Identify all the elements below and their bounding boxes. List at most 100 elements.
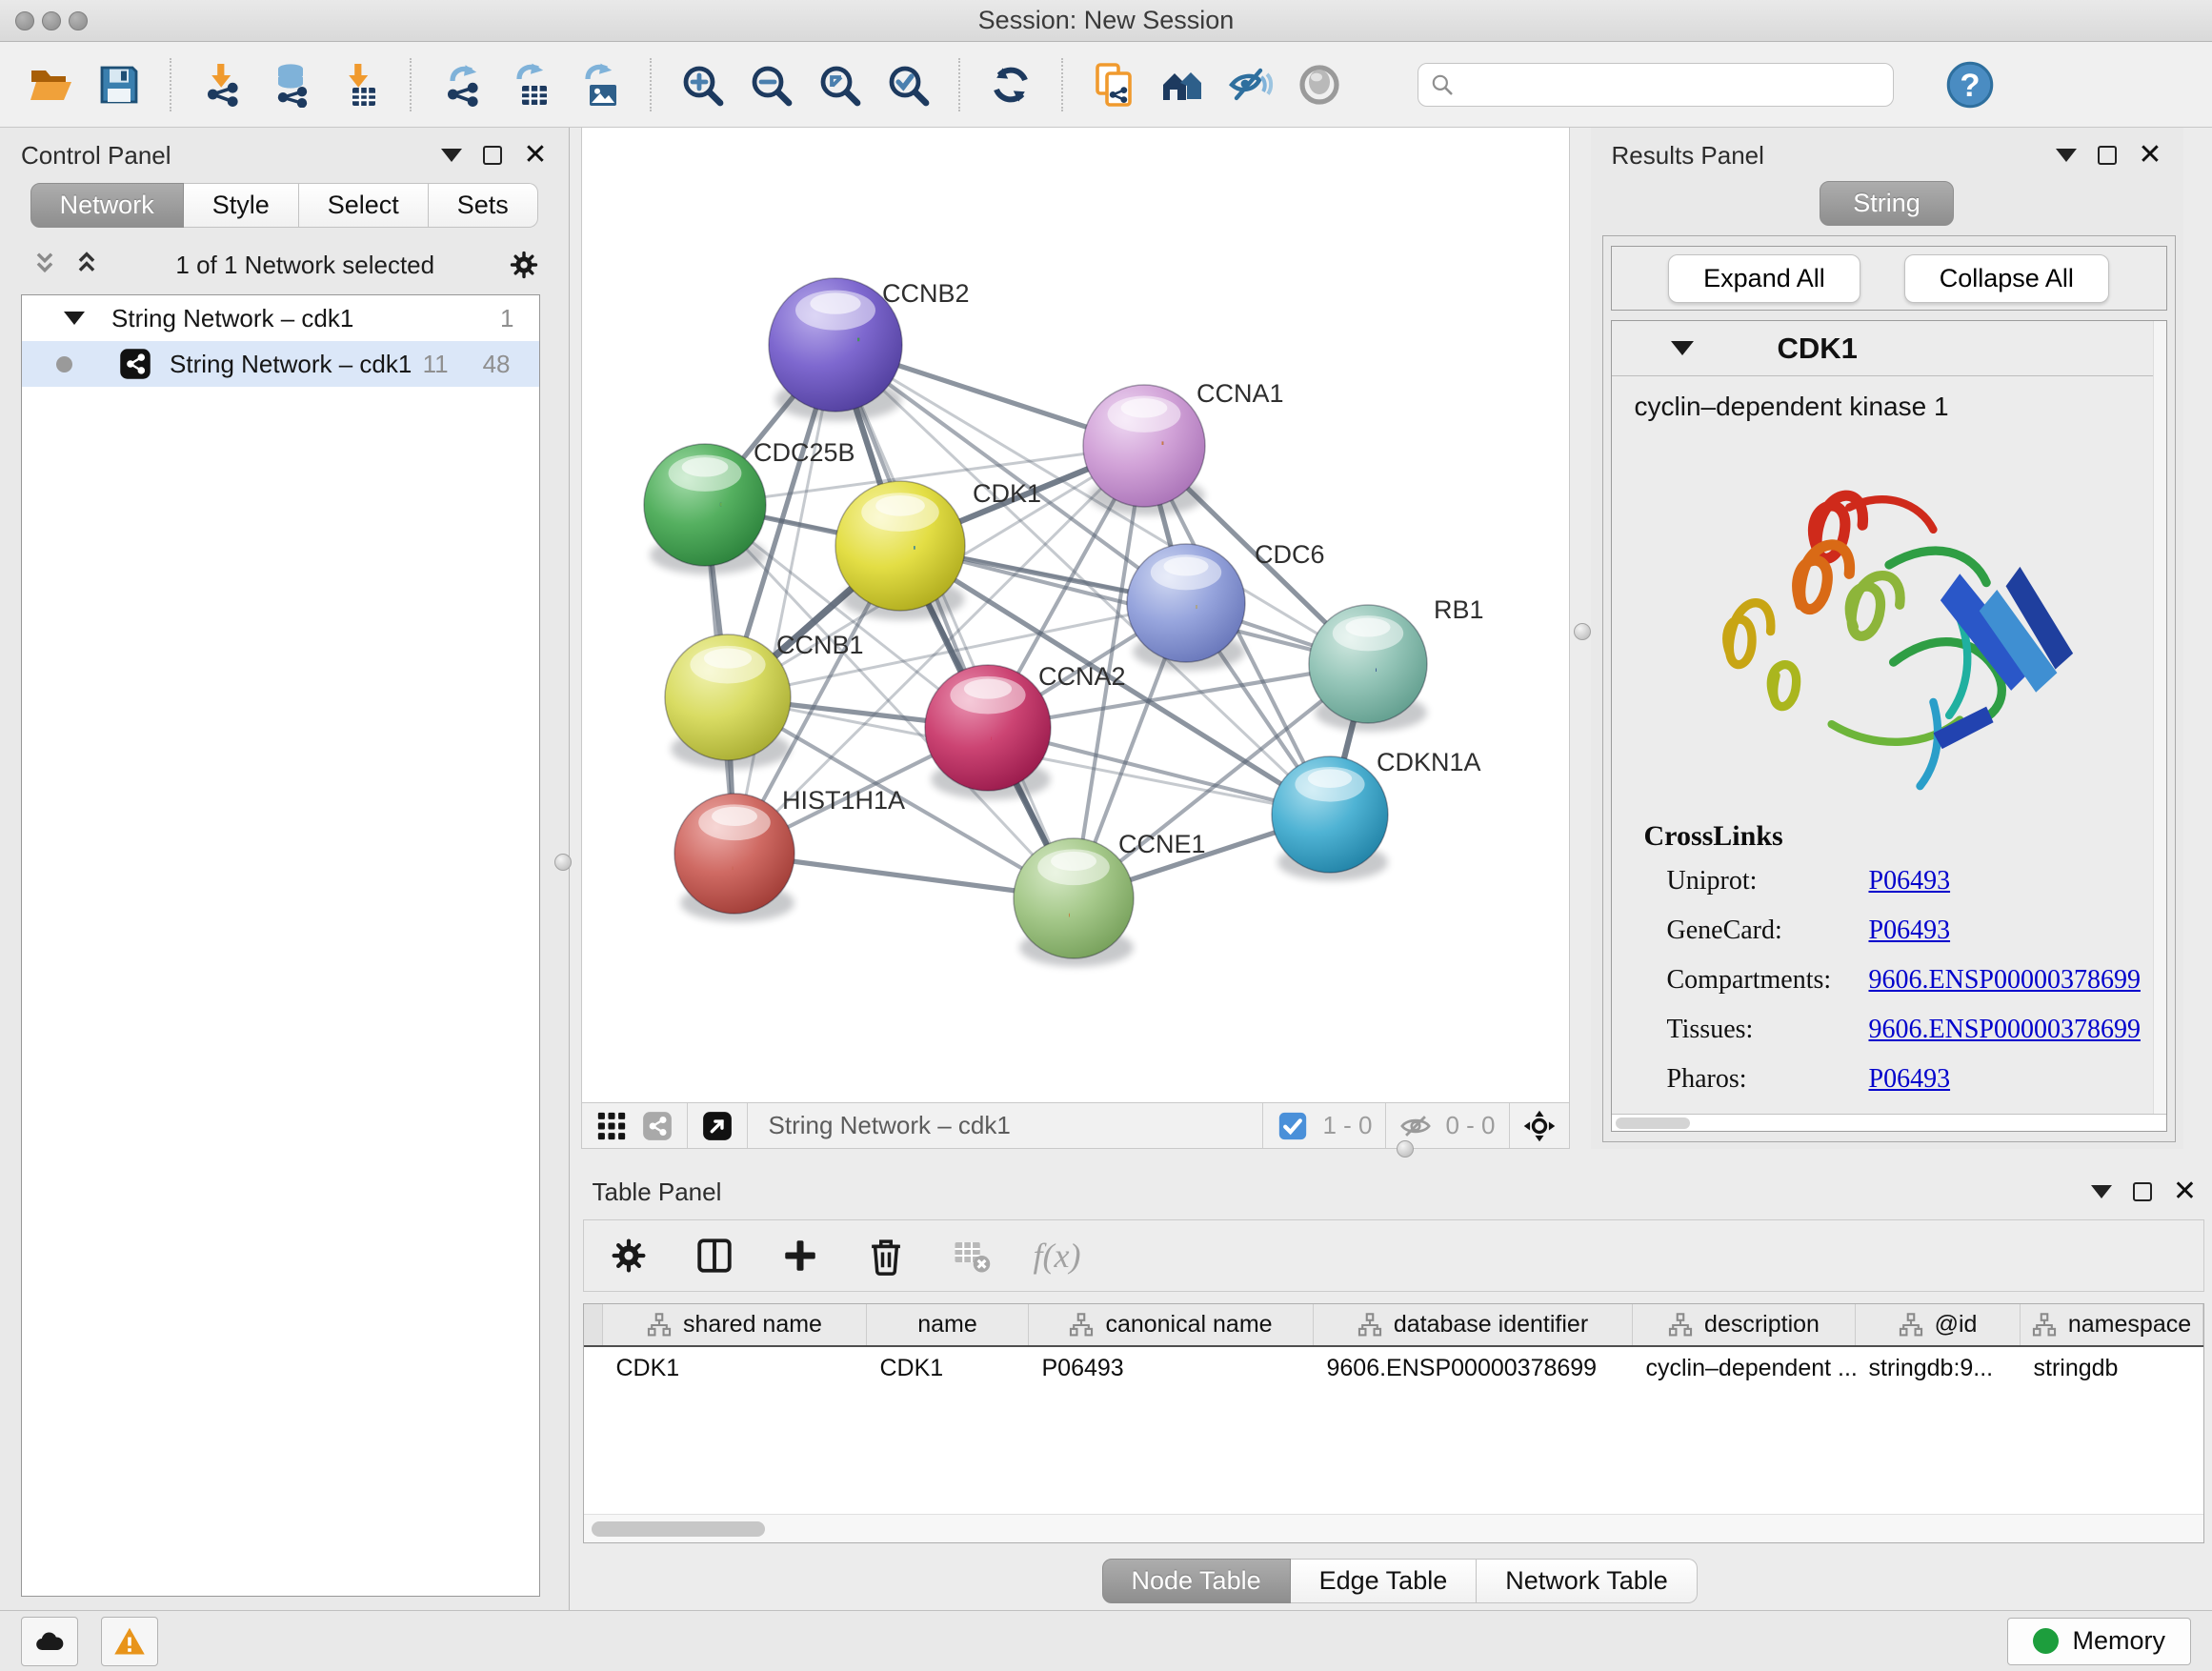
column-header-name[interactable]: name: [867, 1304, 1029, 1346]
gear-icon[interactable]: [508, 249, 540, 281]
maximize-window-button[interactable]: [69, 11, 88, 30]
network-node-CDK1[interactable]: CDK1: [835, 479, 1041, 620]
network-node-CCNB2[interactable]: CCNB2: [769, 278, 970, 421]
expand-all-button[interactable]: Expand All: [1668, 254, 1860, 303]
hidden-eye-icon[interactable]: [1399, 1110, 1432, 1142]
results-vertical-scrollbar[interactable]: [2153, 321, 2166, 1114]
minimize-window-button[interactable]: [42, 11, 61, 30]
save-session-button[interactable]: [91, 57, 147, 112]
network-node-CCNA2[interactable]: CCNA2: [925, 662, 1126, 799]
network-node-RB1[interactable]: RB1: [1309, 595, 1484, 732]
show-column-button[interactable]: [691, 1232, 738, 1279]
cell-description[interactable]: cyclin–dependent ...: [1633, 1346, 1856, 1390]
network-row-selected[interactable]: String Network – cdk1 11 48: [22, 341, 539, 387]
zoom-fit-button[interactable]: [812, 57, 867, 112]
tab-style[interactable]: Style: [184, 183, 299, 228]
column-header-namespace[interactable]: namespace: [2021, 1304, 2203, 1346]
tab-string[interactable]: String: [1820, 181, 1954, 226]
search-input[interactable]: [1464, 70, 1881, 98]
table-horizontal-scrollbar[interactable]: [584, 1514, 2204, 1542]
crosslink-uniprot-link[interactable]: P06493: [1869, 866, 1951, 896]
birds-eye-view-button[interactable]: [1292, 57, 1347, 112]
fit-content-icon[interactable]: [1523, 1110, 1556, 1142]
network-canvas[interactable]: CCNB2CCNA1CDC25BCDK1CDC6RB1CCNB1CCNA2CDK…: [582, 128, 1569, 1102]
vertical-splitter-grip[interactable]: [554, 854, 572, 871]
cell-shared-name[interactable]: CDK1: [603, 1346, 867, 1390]
detach-view-icon[interactable]: [701, 1110, 734, 1142]
crosslink-compartments-link[interactable]: 9606.ENSP00000378699: [1869, 965, 2141, 996]
cell-canonical-name[interactable]: P06493: [1029, 1346, 1314, 1390]
import-network-database-button[interactable]: [263, 57, 318, 112]
expand-all-networks-icon[interactable]: [70, 249, 103, 281]
apply-layout-button[interactable]: [983, 57, 1038, 112]
selected-checkbox-icon[interactable]: [1277, 1110, 1309, 1142]
close-window-button[interactable]: [15, 11, 34, 30]
cloud-status-button[interactable]: [21, 1617, 78, 1666]
panel-menu-icon[interactable]: [441, 149, 462, 162]
export-network-button[interactable]: [434, 57, 490, 112]
tab-node-table[interactable]: Node Table: [1102, 1559, 1291, 1603]
grid-view-icon[interactable]: [595, 1110, 628, 1142]
crosslink-pharos-link[interactable]: P06493: [1869, 1064, 1951, 1095]
cell-namespace[interactable]: stringdb: [2021, 1346, 2203, 1390]
column-header-id[interactable]: @id: [1856, 1304, 2021, 1346]
delete-table-button[interactable]: [948, 1232, 995, 1279]
import-network-file-button[interactable]: [194, 57, 250, 112]
float-panel-icon[interactable]: [2098, 146, 2117, 165]
vertical-splitter-grip[interactable]: [1574, 623, 1591, 640]
tab-sets[interactable]: Sets: [429, 183, 538, 228]
duplicate-network-button[interactable]: [1086, 57, 1141, 112]
create-column-button[interactable]: [776, 1232, 824, 1279]
function-builder-button[interactable]: f(x): [1034, 1236, 1081, 1276]
delete-column-button[interactable]: [862, 1232, 910, 1279]
close-panel-icon[interactable]: ✕: [2173, 1182, 2197, 1201]
memory-button[interactable]: Memory: [2007, 1618, 2191, 1665]
collection-expander-icon[interactable]: [64, 312, 85, 325]
warnings-button[interactable]: [101, 1617, 158, 1666]
column-header-database-identifier[interactable]: database identifier: [1314, 1304, 1633, 1346]
network-node-CCNA1[interactable]: CCNA1: [1083, 379, 1284, 515]
scrollbar-thumb[interactable]: [592, 1521, 765, 1537]
table-row[interactable]: CDK1 CDK1 P06493 9606.ENSP00000378699 cy…: [584, 1346, 2203, 1390]
export-table-button[interactable]: [503, 57, 558, 112]
export-image-button[interactable]: [572, 57, 627, 112]
crosslink-tissues-link[interactable]: 9606.ENSP00000378699: [1869, 1015, 2141, 1045]
network-node-CCNB1[interactable]: CCNB1: [665, 631, 864, 769]
cell-name[interactable]: CDK1: [867, 1346, 1029, 1390]
horizontal-splitter-grip[interactable]: [1397, 1140, 1414, 1158]
network-node-CCNE1[interactable]: CCNE1: [1014, 830, 1206, 967]
network-node-CDC6[interactable]: CDC6: [1127, 540, 1325, 671]
column-header-description[interactable]: description: [1633, 1304, 1856, 1346]
home-view-button[interactable]: [1155, 57, 1210, 112]
close-panel-icon[interactable]: ✕: [2138, 146, 2162, 165]
help-button[interactable]: ?: [1945, 60, 1995, 110]
tab-network[interactable]: Network: [30, 183, 184, 228]
panel-menu-icon[interactable]: [2091, 1185, 2112, 1198]
tab-select[interactable]: Select: [299, 183, 429, 228]
panel-menu-icon[interactable]: [2056, 149, 2077, 162]
zoom-selected-button[interactable]: [880, 57, 935, 112]
entry-header[interactable]: CDK1: [1612, 321, 2166, 376]
tab-edge-table[interactable]: Edge Table: [1291, 1559, 1478, 1603]
zoom-in-button[interactable]: [674, 57, 730, 112]
crosslink-genecard-link[interactable]: P06493: [1869, 916, 1951, 946]
entry-expander-icon[interactable]: [1671, 341, 1694, 355]
cell-database-identifier[interactable]: 9606.ENSP00000378699: [1314, 1346, 1633, 1390]
cell-id[interactable]: stringdb:9...: [1856, 1346, 2021, 1390]
column-header-shared-name[interactable]: shared name: [603, 1304, 867, 1346]
network-view-icon[interactable]: [641, 1110, 674, 1142]
close-panel-icon[interactable]: ✕: [523, 146, 547, 165]
collapse-all-button[interactable]: Collapse All: [1904, 254, 2109, 303]
network-collection-row[interactable]: String Network – cdk1 1: [22, 295, 539, 341]
toggle-graphics-details-button[interactable]: [1223, 57, 1278, 112]
scrollbar-thumb[interactable]: [1616, 1117, 1690, 1129]
network-node-CDKN1A[interactable]: CDKN1A: [1272, 748, 1481, 881]
open-session-button[interactable]: [23, 57, 78, 112]
column-header-canonical-name[interactable]: canonical name: [1029, 1304, 1314, 1346]
results-horizontal-scrollbar[interactable]: [1612, 1114, 2166, 1131]
zoom-out-button[interactable]: [743, 57, 798, 112]
table-settings-button[interactable]: [605, 1232, 653, 1279]
float-panel-icon[interactable]: [483, 146, 502, 165]
float-panel-icon[interactable]: [2133, 1182, 2152, 1201]
tab-network-table[interactable]: Network Table: [1477, 1559, 1698, 1603]
